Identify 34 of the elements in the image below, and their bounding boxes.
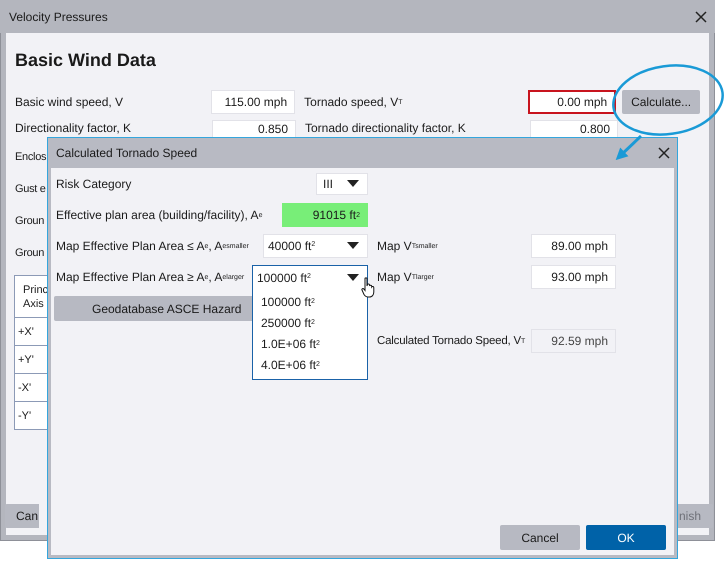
section-heading: Basic Wind Data (15, 49, 157, 72)
input-field[interactable]: 0.800 (530, 120, 618, 137)
calculate-button[interactable]: Calculate... (622, 90, 700, 114)
field-label: Basic wind speed, V (15, 94, 124, 111)
input-field[interactable]: 89.00 mph (531, 234, 616, 258)
field-label: Groun (15, 214, 44, 229)
result-field: 92.59 mph (531, 329, 616, 353)
dropdown-option[interactable]: 1.0E+06 ft$^{2}$ (253, 333, 367, 354)
dropdown[interactable]: 100000 ft$^{2}$ (252, 265, 368, 289)
ok-button[interactable]: OK (586, 525, 666, 550)
input-field[interactable]: 0.00 mph (528, 90, 616, 114)
field-label: Gust e (15, 182, 46, 197)
field-label: Enclos (15, 150, 46, 165)
dropdown-option[interactable]: 4.0E+06 ft$^{2}$ (253, 354, 367, 375)
dialog-title: Calculated Tornado Speed (56, 146, 198, 160)
window-title: Velocity Pressures (9, 10, 108, 24)
field-label: Risk Category (56, 176, 132, 193)
input-field[interactable]: 91015 ft$^{2}$ (282, 203, 368, 227)
field-label: Groun (15, 246, 44, 261)
dialog-button[interactable]: Can (5, 504, 39, 528)
input-field[interactable]: 115.00 mph (211, 90, 296, 114)
callout-arrow (616, 134, 642, 160)
caret-icon (347, 274, 359, 282)
caret-icon (347, 242, 359, 250)
close-icon[interactable] (658, 147, 670, 159)
close-icon[interactable] (695, 10, 707, 22)
field-label: Tornado directionality factor, K (304, 120, 467, 137)
caret-icon (347, 180, 359, 188)
input-field[interactable]: 93.00 mph (531, 265, 616, 289)
input-field[interactable]: 0.850 (212, 120, 296, 137)
dropdown[interactable]: 40000 ft$^{2}$ (263, 234, 368, 258)
field-label: Directionality factor, K (15, 120, 132, 137)
cancel-button[interactable]: Cancel (500, 525, 580, 550)
dropdown[interactable]: III (316, 173, 368, 195)
